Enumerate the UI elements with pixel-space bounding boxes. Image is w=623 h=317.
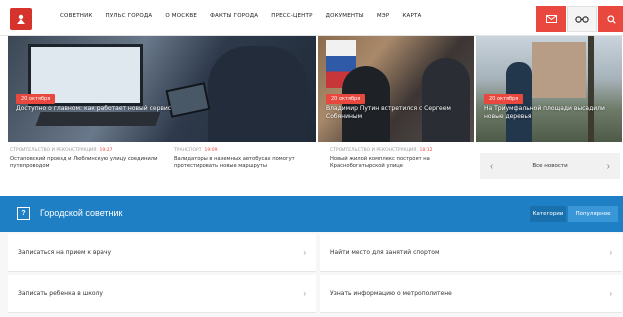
nav-item-map[interactable]: КАРТА — [402, 13, 421, 19]
hero-caption[interactable]: Владимир Путин встретился с Сергеем Собя… — [326, 105, 468, 121]
hero-tile[interactable]: 20 октября Владимир Путин встретился с С… — [318, 36, 474, 142]
keyboard-image — [35, 112, 161, 126]
nav-item-documents[interactable]: ДОКУМЕНТЫ — [326, 13, 364, 19]
chevron-right-icon: › — [609, 248, 612, 257]
service-link-label: Узнать информацию о метрополитене — [330, 290, 452, 297]
nav-item-press-center[interactable]: ПРЕСС-ЦЕНТР — [271, 13, 312, 19]
nav-item-advisor[interactable]: СОВЕТНИК — [60, 13, 93, 19]
tree-image — [588, 36, 594, 142]
moscow-logo-icon[interactable] — [10, 8, 32, 30]
news-category: ТРАНСПОРТ — [174, 148, 202, 153]
service-link-label: Записать ребенка в школу — [18, 290, 103, 297]
chevron-right-icon: › — [609, 289, 612, 298]
main-nav: СОВЕТНИК ПУЛЬС ГОРОДА О МОСКВЕ ФАКТЫ ГОР… — [60, 13, 421, 19]
search-icon — [606, 14, 616, 24]
all-news-link[interactable]: Все новости — [532, 163, 567, 169]
chevron-left-icon[interactable]: ‹ — [490, 161, 493, 172]
news-text[interactable]: Валидаторы в наземных автобусах помогут … — [174, 156, 324, 170]
news-text[interactable]: Остаповский проезд и Люблинскую улицу со… — [10, 156, 160, 170]
advisor-links: Записаться на прием к врачу › Найти мест… — [0, 232, 623, 317]
nav-item-city-pulse[interactable]: ПУЛЬС ГОРОДА — [106, 13, 153, 19]
hero-carousel: 20 октября Доступно о главном: как работ… — [8, 36, 622, 142]
news-row: СТРОИТЕЛЬСТВО И РЕКОНСТРУКЦИЯ 19:27 Остап… — [8, 148, 622, 188]
date-badge: 20 октября — [16, 94, 56, 104]
service-link[interactable]: Записаться на прием к врачу › — [8, 234, 316, 272]
question-icon: ? — [17, 207, 30, 220]
tab-categories[interactable]: Категории — [530, 206, 566, 222]
advisor-title: Городской советник — [40, 208, 123, 218]
site-header: СОВЕТНИК ПУЛЬС ГОРОДА О МОСКВЕ ФАКТЫ ГОР… — [0, 0, 623, 36]
chevron-right-icon: › — [303, 248, 306, 257]
building-image — [532, 42, 586, 98]
news-navigation: ‹ Все новости › — [480, 153, 620, 179]
service-link-label: Найти место для занятий спортом — [330, 249, 440, 256]
hero-tile[interactable]: 20 октября На Триумфальной площади высад… — [476, 36, 622, 142]
hero-tile[interactable]: 20 октября Доступно о главном: как работ… — [8, 36, 316, 142]
person-left-image — [342, 66, 390, 142]
hero-caption[interactable]: Доступно о главном: как работает новый с… — [16, 105, 310, 113]
news-item[interactable]: СТРОИТЕЛЬСТВО И РЕКОНСТРУКЦИЯ 19:27 Остап… — [10, 148, 160, 170]
date-badge: 20 октября — [326, 94, 366, 104]
mail-button[interactable] — [536, 6, 566, 32]
news-category: СТРОИТЕЛЬСТВО И РЕКОНСТРУКЦИЯ — [10, 148, 97, 153]
hero-caption[interactable]: На Триумфальной площади высадили новые д… — [484, 105, 616, 121]
person-image — [208, 46, 308, 142]
nav-item-about-moscow[interactable]: О МОСКВЕ — [165, 13, 197, 19]
news-item[interactable]: ТРАНСПОРТ 19:09 Валидаторы в наземных авт… — [174, 148, 324, 170]
chevron-right-icon[interactable]: › — [607, 161, 610, 172]
date-badge: 20 октября — [484, 94, 524, 104]
mail-icon — [545, 15, 557, 23]
accessibility-button[interactable] — [567, 6, 597, 32]
person-right-image — [422, 58, 470, 142]
news-category: СТРОИТЕЛЬСТВО И РЕКОНСТРУКЦИЯ — [330, 148, 417, 153]
city-advisor-bar: ? Городской советник Категории Популярно… — [0, 196, 623, 232]
nav-item-city-facts[interactable]: ФАКТЫ ГОРОДА — [210, 13, 258, 19]
service-link[interactable]: Записать ребенка в школу › — [8, 275, 316, 313]
service-link[interactable]: Узнать информацию о метрополитене › — [320, 275, 622, 313]
glasses-icon — [575, 15, 589, 23]
service-link-label: Записаться на прием к врачу — [18, 249, 112, 256]
news-time: 18:12 — [419, 148, 433, 153]
search-button[interactable] — [598, 6, 623, 32]
nav-item-mayor[interactable]: МЭР — [377, 13, 390, 19]
service-link[interactable]: Найти место для занятий спортом › — [320, 234, 622, 272]
news-item[interactable]: СТРОИТЕЛЬСТВО И РЕКОНСТРУКЦИЯ 18:12 Новый… — [330, 148, 480, 170]
news-time: 19:27 — [99, 148, 113, 153]
news-text[interactable]: Новый жилой комплекс построят на Красноб… — [330, 156, 480, 170]
news-time: 19:09 — [204, 148, 218, 153]
tab-popular[interactable]: Популярное — [568, 206, 618, 222]
chevron-right-icon: › — [303, 289, 306, 298]
